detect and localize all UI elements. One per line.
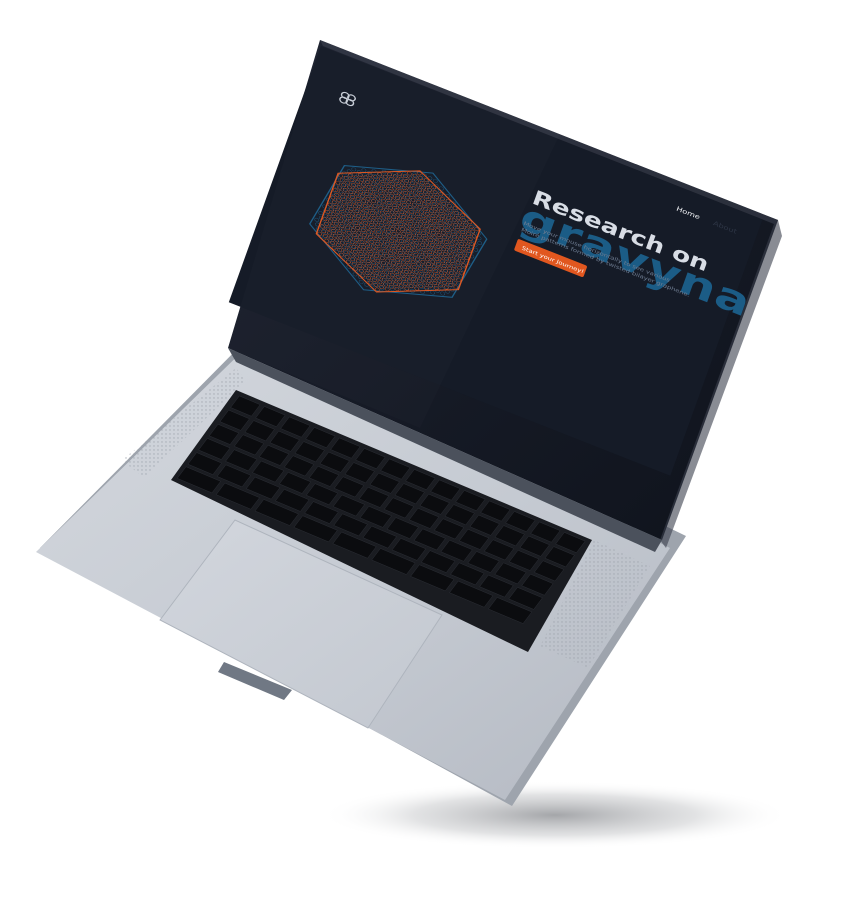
laptop-illustration: Home About gravyna Research on Move your… [36, 40, 790, 849]
laptop-mockup-stage: Home About gravyna Research on Move your… [0, 0, 850, 907]
floor-shadow [320, 781, 790, 849]
